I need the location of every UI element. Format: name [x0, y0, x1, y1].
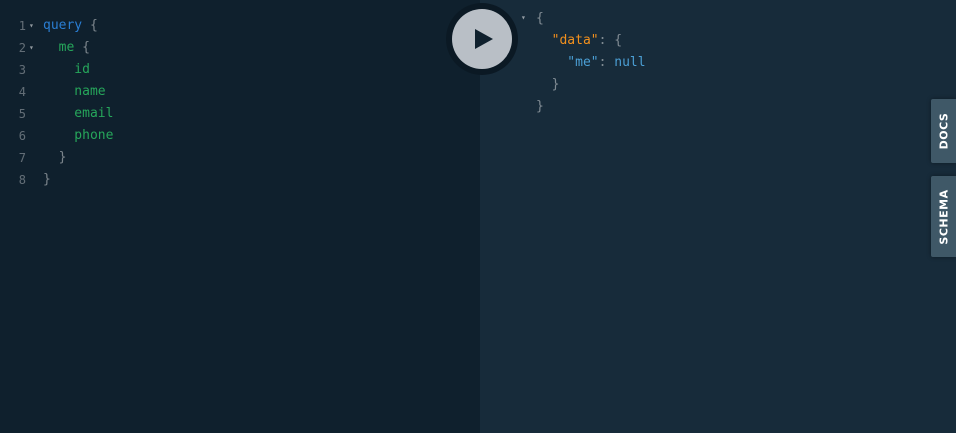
code-text: name	[43, 81, 106, 103]
result-token: : {	[598, 33, 623, 48]
line-number: 7	[18, 151, 26, 165]
result-line: }	[536, 74, 560, 96]
run-query-button[interactable]	[452, 9, 512, 69]
code-token: {	[82, 18, 98, 33]
docs-tab-label: DOCS	[937, 112, 950, 150]
query-editor[interactable]: 1 ▾ query {2 ▾ me {3 id 4 name 5 email 6 phone…	[0, 0, 480, 433]
line-number: 2	[18, 41, 26, 55]
code-token: }	[43, 172, 51, 187]
result-token: }	[536, 99, 544, 114]
graphql-playground: 1 ▾ query {2 ▾ me {3 id 4 name 5 email 6 phone…	[0, 0, 956, 433]
code-text: me {	[43, 37, 90, 59]
fold-toggle-icon[interactable]: ▾	[29, 15, 34, 37]
code-token: me	[43, 40, 75, 55]
editor-line[interactable]: 3 id	[0, 59, 480, 81]
code-text: }	[43, 169, 51, 191]
result-line: "data": {	[536, 30, 622, 52]
result-token: "me"	[536, 55, 599, 70]
result-token: null	[614, 55, 646, 70]
result-line: {	[536, 8, 544, 30]
schema-tab[interactable]: SCHEMA	[931, 176, 956, 257]
code-text: email	[43, 103, 113, 125]
line-number: 3	[18, 63, 26, 77]
result-token: :	[598, 55, 615, 70]
play-icon	[475, 29, 493, 49]
code-token: {	[74, 40, 90, 55]
code-text: }	[43, 147, 67, 169]
code-token: name	[43, 84, 106, 99]
editor-line[interactable]: 5 email	[0, 103, 480, 125]
code-text: id	[43, 59, 90, 81]
line-number: 5	[18, 107, 26, 121]
code-token: id	[43, 62, 90, 77]
result-token: {	[536, 11, 544, 26]
schema-tab-label: SCHEMA	[937, 188, 950, 245]
editor-line[interactable]: 6 phone	[0, 125, 480, 147]
docs-tab[interactable]: DOCS	[931, 99, 956, 163]
result-line: "me": null	[536, 52, 646, 74]
editor-line[interactable]: 1 ▾ query {	[0, 15, 480, 37]
result-token: "data"	[536, 33, 599, 48]
code-token: }	[43, 150, 67, 165]
code-token: phone	[43, 128, 114, 143]
line-number: 8	[18, 173, 26, 187]
code-token: email	[43, 106, 114, 121]
editor-line[interactable]: 8}	[0, 169, 480, 191]
result-token: }	[536, 77, 560, 92]
line-number: 6	[18, 129, 26, 143]
line-number: 1	[18, 19, 26, 33]
editor-line[interactable]: 4 name	[0, 81, 480, 103]
editor-line[interactable]: 2 ▾ me {	[0, 37, 480, 59]
code-text: query {	[43, 15, 98, 37]
code-text: phone	[43, 125, 113, 147]
result-line: }	[536, 96, 544, 118]
line-number: 4	[18, 85, 26, 99]
code-token: query	[43, 18, 83, 33]
editor-line[interactable]: 7 }	[0, 147, 480, 169]
result-fold-icon[interactable]: ▾	[521, 7, 526, 29]
fold-toggle-icon[interactable]: ▾	[29, 37, 34, 59]
